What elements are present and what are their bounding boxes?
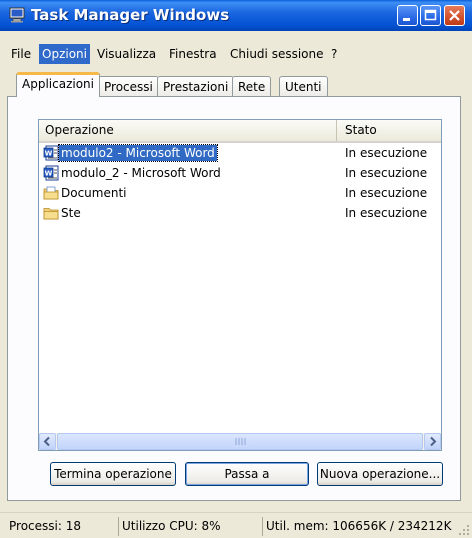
- folder-documents-icon: [43, 186, 59, 200]
- menu-logoff-label: Chiudi sessione: [230, 47, 324, 61]
- menu-view-label: Visualizza: [97, 47, 157, 61]
- new-task-label: Nuova operazione...: [319, 467, 441, 481]
- svg-text:W: W: [45, 150, 53, 158]
- tab-performance[interactable]: Prestazioni: [157, 76, 235, 97]
- scroll-thumb[interactable]: [57, 433, 423, 450]
- menu-help[interactable]: ?: [328, 44, 340, 64]
- end-task-label: Termina operazione: [54, 467, 172, 481]
- close-icon: [449, 10, 460, 21]
- menu-help-label: ?: [331, 47, 338, 61]
- row-task-status: In esecuzione: [345, 186, 428, 200]
- list-item[interactable]: Ste In esecuzione: [39, 204, 441, 223]
- folder-icon: [43, 208, 59, 220]
- menu-view[interactable]: Visualizza: [94, 44, 159, 64]
- row-task-name: modulo_2 - Microsoft Word: [61, 166, 221, 180]
- menu-logoff[interactable]: Chiudi sessione: [227, 44, 327, 64]
- task-manager-app-icon: [9, 7, 25, 23]
- status-memory: Util. mem: 106656K / 234212K: [262, 517, 454, 536]
- list-item[interactable]: W modulo2 - Microsoft Word In esecuzione: [39, 144, 441, 163]
- row-task-name: Documenti: [61, 186, 127, 200]
- tab-networking[interactable]: Rete: [232, 76, 272, 97]
- minimize-icon: [403, 18, 410, 21]
- new-task-button[interactable]: Nuova operazione...: [317, 462, 443, 486]
- menu-window[interactable]: Finestra: [166, 44, 220, 64]
- menu-file-label: File: [11, 47, 32, 61]
- row-task-name: Ste: [61, 206, 81, 220]
- chevron-right-icon: [430, 436, 437, 447]
- row-task-status: In esecuzione: [345, 206, 428, 220]
- menu-file[interactable]: File: [8, 44, 34, 64]
- end-task-button[interactable]: Termina operazione: [50, 462, 176, 486]
- scroll-left-button[interactable]: [39, 433, 56, 450]
- tab-processes-label: Processi: [104, 80, 153, 94]
- menu-options[interactable]: Opzioni: [39, 44, 90, 64]
- status-cpu: Utilizzo CPU: 8%: [118, 517, 258, 536]
- tab-applications-label: Applicazioni: [22, 77, 94, 91]
- status-bar: Processi: 18 Utilizzo CPU: 8% Util. mem:…: [0, 512, 472, 538]
- menu-window-label: Finestra: [169, 47, 217, 61]
- close-button[interactable]: [444, 5, 465, 26]
- list-item[interactable]: Documenti In esecuzione: [39, 184, 441, 203]
- row-task-status: In esecuzione: [345, 166, 428, 180]
- menu-options-label: Opzioni: [42, 47, 87, 61]
- grip-icon: [235, 438, 246, 445]
- switch-to-label: Passa a: [224, 467, 270, 481]
- applications-list[interactable]: Operazione Stato W modulo2 - Microsoft W…: [38, 119, 442, 451]
- title-bar[interactable]: Task Manager Windows: [0, 0, 472, 31]
- word-document-icon: W: [43, 145, 59, 161]
- maximize-icon: [424, 9, 437, 21]
- status-processes: Processi: 18: [9, 519, 81, 533]
- tab-users[interactable]: Utenti: [279, 76, 328, 97]
- column-header-task[interactable]: Operazione: [39, 120, 337, 141]
- chevron-left-icon: [43, 436, 50, 447]
- maximize-button[interactable]: [420, 5, 441, 26]
- window-title: Task Manager Windows: [31, 6, 230, 24]
- tab-performance-label: Prestazioni: [163, 80, 229, 94]
- row-task-status: In esecuzione: [345, 146, 428, 160]
- task-manager-window: Task Manager Windows File Opzioni Visual…: [0, 0, 472, 538]
- row-task-name: modulo2 - Microsoft Word: [58, 144, 218, 162]
- tab-applications[interactable]: Applicazioni: [16, 72, 100, 97]
- horizontal-scrollbar[interactable]: [39, 433, 441, 450]
- list-header: Operazione Stato: [39, 120, 441, 143]
- word-document-icon: W: [43, 165, 59, 181]
- tab-networking-label: Rete: [238, 80, 266, 94]
- tab-users-label: Utenti: [285, 80, 322, 94]
- switch-to-button[interactable]: Passa a: [185, 462, 309, 486]
- column-task-label: Operazione: [45, 123, 114, 137]
- column-status-label: Stato: [345, 123, 377, 137]
- svg-text:W: W: [45, 170, 53, 178]
- menu-bar: File Opzioni Visualizza Finestra Chiudi …: [0, 44, 472, 64]
- list-item[interactable]: W modulo_2 - Microsoft Word In esecuzion…: [39, 164, 441, 183]
- column-header-status[interactable]: Stato: [339, 120, 441, 141]
- tab-processes[interactable]: Processi: [98, 76, 159, 97]
- scroll-right-button[interactable]: [424, 433, 441, 450]
- resize-grip-icon[interactable]: [458, 524, 470, 536]
- minimize-button[interactable]: [397, 5, 418, 26]
